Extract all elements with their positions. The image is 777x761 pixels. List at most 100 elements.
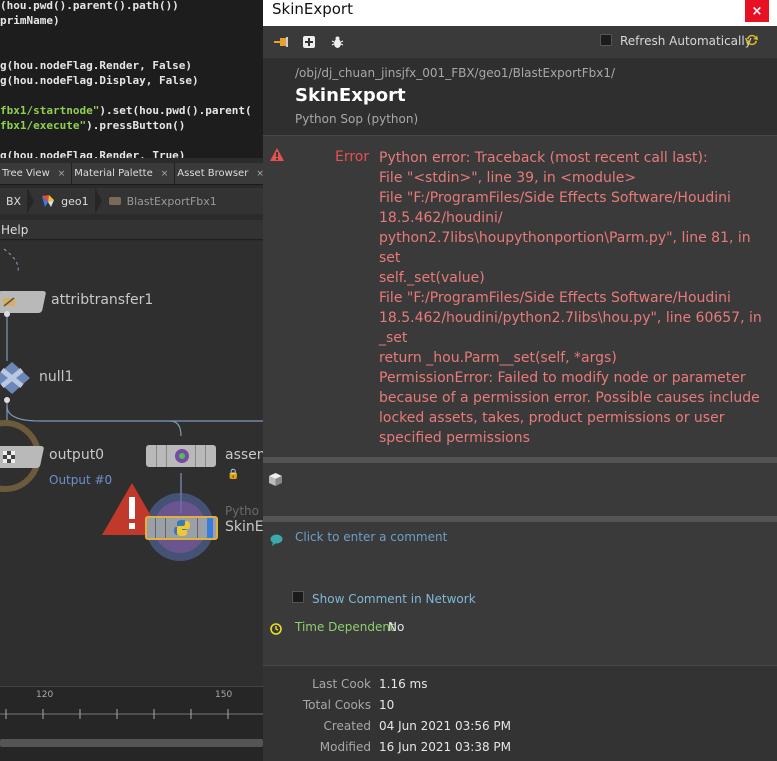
tab-tree-view[interactable]: Tree View × [0,163,73,184]
stat-value: 04 Jun 2021 03:56 PM [379,719,511,733]
refresh-automatically-label[interactable]: Refresh Automatically [620,34,752,48]
stat-label: Created [323,719,372,733]
stat-row: Created 04 Jun 2021 03:56 PM [263,719,777,739]
node-output-connector[interactable] [4,311,10,317]
node-label: output0 [49,447,105,463]
stat-value: 1.16 ms [379,677,428,691]
error-label: Error [335,149,370,165]
stat-row: Last Cook 1.16 ms [263,677,777,697]
refresh-automatically-checkbox[interactable] [600,34,612,46]
clock-icon [270,620,282,639]
time-dependent-label: Time Dependent [295,620,395,634]
add-icon[interactable] [302,35,316,49]
node-label: SkinE [225,519,263,535]
node-header: /obj/dj_chuan_jinsjfx_001_FBX/geo1/Blast… [263,58,777,135]
tab-material-palette[interactable]: Material Palette × [72,163,176,184]
error-line: File "F:/ProgramFiles/Side Effects Softw… [379,190,751,266]
stat-label: Last Cook [312,677,371,691]
error-line: self._set(value) [379,270,485,286]
breadcrumb-separator [27,188,35,214]
null-icon [0,362,30,394]
stat-label: Total Cooks [302,698,371,712]
breadcrumb-item-bx[interactable]: BX [0,188,27,214]
output-icon [2,449,16,468]
attribtransfer-icon [2,294,16,313]
cook-stats: Last Cook 1.16 ms Total Cooks 10 Created… [263,665,777,761]
stat-label: Modified [319,740,371,754]
timeline[interactable]: 120 150 [0,686,263,761]
node-name[interactable]: SkinExport [295,85,406,106]
network-menubar: Help [0,220,263,240]
window-title: SkinExport [272,0,353,18]
node-type-label: Pytho [225,504,259,518]
code-line: g(hou.nodeFlag.Render, True) [0,149,186,158]
comment-icon [270,531,283,550]
node-type: Python Sop (python) [295,112,419,126]
breadcrumb-item-geo1[interactable]: geo1 [34,188,94,214]
tab-asset-browser[interactable]: Asset Browser × [175,163,271,184]
python-code-editor[interactable]: (hou.pwd().parent().path()) primName) g(… [0,0,263,158]
code-line: g(hou.nodeFlag.Render, False) [0,59,193,72]
timeline-tick-label: 150 [215,690,233,700]
lock-icon: 🔒 [227,469,240,480]
node-label: assem [225,447,263,463]
code-line: (hou.pwd().parent().path()) [0,0,179,12]
pane-tab-bar: Tree View × Material Palette × Asset Brows… [0,163,271,185]
error-section: Error Python error: Traceback (most rece… [263,135,777,457]
tab-label: Material Palette [74,168,153,179]
geo-icon [42,195,55,207]
breadcrumb-item-blastexportfbx1[interactable]: BlastExportFbx1 [102,188,223,214]
menu-help[interactable]: Help [1,223,28,237]
subnet-icon [108,197,121,205]
show-comment-label[interactable]: Show Comment in Network [312,592,476,606]
pin-icon[interactable] [274,35,288,49]
node-null1[interactable] [0,361,32,395]
node-label: null1 [39,369,74,385]
tab-label: Asset Browser [177,168,249,179]
error-line: return _hou.Parm__set(self, *args) [379,350,617,366]
code-line: g(hou.nodeFlag.Display, False) [0,74,199,87]
breadcrumb: BX geo1 BlastExportFbx1 [0,188,263,214]
breadcrumb-separator [94,188,102,214]
stat-value: 16 Jun 2021 03:38 PM [379,740,511,754]
show-comment-checkbox[interactable] [292,591,304,603]
close-icon[interactable]: × [58,169,66,179]
close-icon[interactable]: × [161,169,169,179]
screen: (hou.pwd().parent().path()) primName) g(… [0,0,777,761]
code-line: fbx1/startnode").set(hou.pwd().parent( [0,104,252,117]
node-label: attribtransfer1 [51,292,154,308]
stat-row: Modified 16 Jun 2021 03:38 PM [263,740,777,760]
parameters-section [263,463,777,516]
error-line: Python error: Traceback (most recent cal… [379,150,708,166]
stat-value: 10 [379,698,395,712]
timeline-scrollbar[interactable] [0,739,263,747]
tab-label: Tree View [2,168,50,179]
assemble-icon [174,448,190,468]
time-dependent-value: No [388,620,405,634]
timeline-ruler [0,709,263,719]
close-button[interactable]: × [745,0,769,22]
error-line: File "F:/ProgramFiles/Side Effects Softw… [379,290,762,346]
code-line: primName) [0,14,60,27]
comment-section: Click to enter a comment Show Comment in… [263,522,777,665]
error-line: File "<stdin>", line 39, in <module> [379,170,637,186]
parameter-toolbar: Refresh Automatically [263,26,777,58]
warning-icon [270,146,284,165]
breadcrumb-label: BlastExportFbx1 [126,194,217,208]
window-titlebar[interactable]: SkinExport × [263,0,777,26]
close-icon: × [751,3,763,19]
refresh-icon[interactable] [745,33,759,50]
breadcrumb-label: geo1 [61,194,89,208]
python-icon [173,519,191,541]
parameter-window: SkinExport × Refresh Automatically /obj/… [263,0,777,761]
node-output-connector[interactable] [4,397,10,403]
code-line: fbx1/execute").pressButton() [0,119,186,132]
node-path: /obj/dj_chuan_jinsjfx_001_FBX/geo1/Blast… [295,66,616,80]
error-line: PermissionError: Failed to modify node o… [379,370,760,446]
comment-input[interactable]: Click to enter a comment [295,530,447,544]
bug-icon[interactable] [330,35,344,49]
error-message: Python error: Traceback (most recent cal… [379,148,771,448]
network-editor[interactable]: attribtransfer1 null1 output0 Output #0 [0,241,263,686]
timeline-tick-label: 120 [36,690,54,700]
stat-row: Total Cooks 10 [263,698,777,718]
